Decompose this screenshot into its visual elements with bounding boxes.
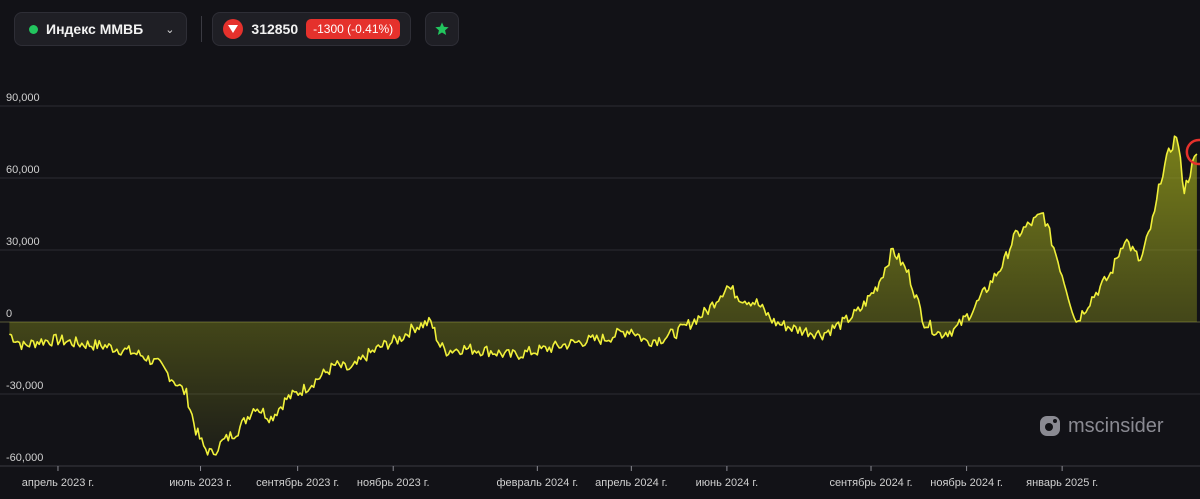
y-tick-label: 90,000 — [6, 92, 40, 104]
x-tick-label: апрель 2024 г. — [595, 477, 667, 489]
price-group: 312850 -1300 (-0.41%) — [212, 12, 412, 46]
chart-plot-area — [9, 135, 1200, 456]
price-value: 312850 — [251, 21, 299, 37]
chart: 90,000 60,000 30,000 0 -30,000 -60,000 апрель… — [0, 92, 1200, 489]
x-axis: апрель 2023 г. июль 2023 г. сентябрь 2023 … — [0, 465, 1200, 489]
x-tick-label: сентябрь 2023 г. — [256, 477, 339, 489]
ticker-name: Индекс ММВБ — [46, 21, 144, 37]
watermark-text: mscinsider — [1068, 414, 1164, 437]
down-arrow-icon — [223, 19, 244, 39]
status-dot-icon — [29, 24, 38, 34]
toolbar: Индекс ММВБ ⌄ 312850 -1300 (-0.41%) — [0, 0, 1200, 58]
y-tick-label: -60,000 — [6, 452, 43, 464]
x-tick-label: январь 2025 г. — [1026, 477, 1098, 489]
x-tick-label: июль 2023 г. — [169, 477, 232, 489]
y-axis: 90,000 60,000 30,000 0 -30,000 -60,000 — [6, 92, 43, 464]
x-tick-label: ноябрь 2023 г. — [357, 477, 430, 489]
x-tick-label: февраль 2024 г. — [496, 477, 578, 489]
toolbar-divider — [201, 16, 203, 42]
x-tick-label: июнь 2024 г. — [696, 477, 759, 489]
change-badge: -1300 (-0.41%) — [306, 19, 401, 39]
favorite-button[interactable] — [425, 12, 460, 46]
ticker-select[interactable]: Индекс ММВБ ⌄ — [14, 12, 188, 46]
y-tick-label: 60,000 — [6, 164, 40, 176]
star-icon — [435, 22, 449, 35]
y-tick-label: 30,000 — [6, 236, 40, 248]
x-tick-label: сентябрь 2024 г. — [829, 477, 912, 489]
y-tick-label: 0 — [6, 308, 12, 320]
chevron-down-icon: ⌄ — [165, 23, 175, 36]
x-tick-label: апрель 2023 г. — [22, 477, 94, 489]
x-tick-label: ноябрь 2024 г. — [930, 477, 1003, 489]
y-tick-label: -30,000 — [6, 380, 43, 392]
brand-logo-icon — [1040, 416, 1060, 436]
watermark: mscinsider — [1038, 414, 1164, 438]
